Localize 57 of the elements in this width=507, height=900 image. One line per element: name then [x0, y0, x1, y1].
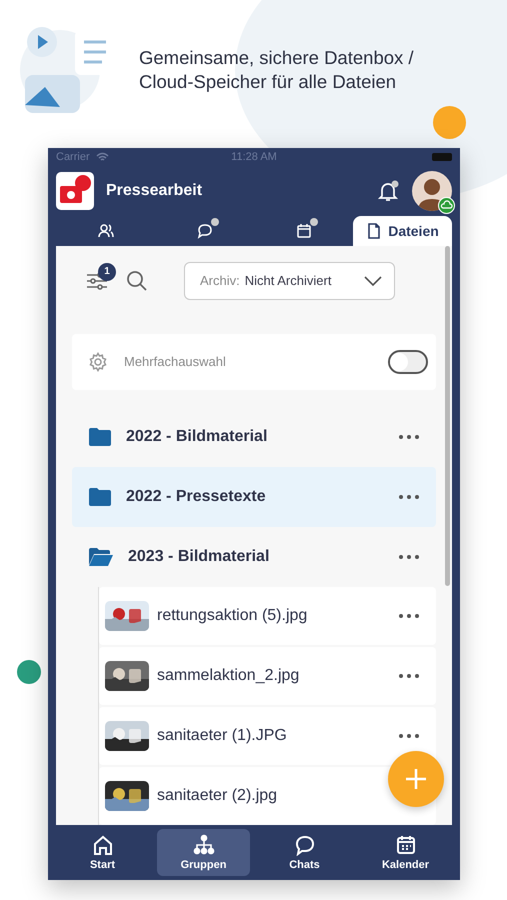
cloud-icon: [438, 197, 455, 214]
folder-row[interactable]: 2023 - Bildmaterial: [72, 527, 436, 587]
more-icon[interactable]: [398, 434, 420, 440]
plus-icon: [404, 767, 428, 791]
nav-tab[interactable]: Start: [56, 829, 149, 876]
document-icon: [366, 223, 382, 239]
file-row[interactable]: sanitaeter (1).JPG: [99, 707, 436, 765]
people-icon: [98, 223, 114, 239]
avatar[interactable]: [412, 171, 452, 211]
chat-icon: [294, 834, 316, 856]
more-icon[interactable]: [398, 733, 420, 739]
file-name: sammelaktion_2.jpg: [157, 667, 300, 685]
more-icon[interactable]: [398, 613, 420, 619]
search-icon[interactable]: [126, 270, 148, 292]
nav-tab[interactable]: Gruppen: [157, 829, 250, 876]
multi-select-label: Mehrfachauswahl: [124, 354, 227, 370]
battery-icon: [432, 153, 452, 161]
gear-icon: [88, 352, 108, 372]
decoration-circle: [17, 660, 41, 684]
folder-name: 2022 - Pressetexte: [126, 488, 267, 506]
bell-icon[interactable]: [376, 179, 400, 203]
file-name: sanitaeter (1).JPG: [157, 727, 288, 745]
file-row[interactable]: sammelaktion_2.jpg: [99, 647, 436, 705]
folder-name: 2022 - Bildmaterial: [126, 428, 268, 446]
clock: 11:28 AM: [231, 151, 277, 163]
more-icon[interactable]: [398, 494, 420, 500]
more-icon[interactable]: [398, 554, 420, 560]
folder-row[interactable]: 2022 - Bildmaterial: [72, 407, 436, 467]
open-folder-icon: [88, 547, 114, 567]
folder-icon: [88, 487, 112, 507]
filter-count: 1: [98, 262, 116, 281]
more-icon[interactable]: [398, 673, 420, 679]
folder-name: 2023 - Bildmaterial: [128, 548, 270, 566]
file-row[interactable]: rettungsaktion (5).jpg: [99, 587, 436, 645]
camera-logo: [56, 172, 94, 210]
file-name: sanitaeter (2).jpg: [157, 787, 278, 805]
file-name: rettungsaktion (5).jpg: [157, 607, 308, 625]
dot-icon: [210, 218, 218, 226]
hierarchy-icon: [192, 834, 214, 856]
carrier-label: Carrier: [56, 151, 90, 163]
tab[interactable]: Dateien: [353, 216, 452, 246]
archive-dropdown[interactable]: Archiv: Nicht Archiviert: [184, 262, 395, 300]
folder-icon: [88, 427, 112, 447]
group-title: Pressearbeit: [106, 182, 204, 200]
dot-icon: [310, 218, 318, 226]
chevron-icon: [364, 276, 382, 286]
folder-row[interactable]: 2022 - Pressetexte: [72, 467, 436, 527]
chat-icon: [196, 223, 212, 239]
nav-tab[interactable]: Chats: [258, 829, 351, 876]
file-row[interactable]: sanitaeter (2).jpg: [99, 767, 436, 825]
home-icon: [92, 834, 114, 856]
caption: Gemeinsame, sichere Datenbox / Cloud-Speicher für alle Dateien: [139, 46, 415, 94]
calendar-icon: [296, 223, 312, 239]
toggle-switch[interactable]: [388, 350, 428, 374]
wifi-icon: [96, 152, 109, 162]
nav-tab[interactable]: Kalender: [359, 829, 452, 876]
calendar-icon: [394, 834, 416, 856]
